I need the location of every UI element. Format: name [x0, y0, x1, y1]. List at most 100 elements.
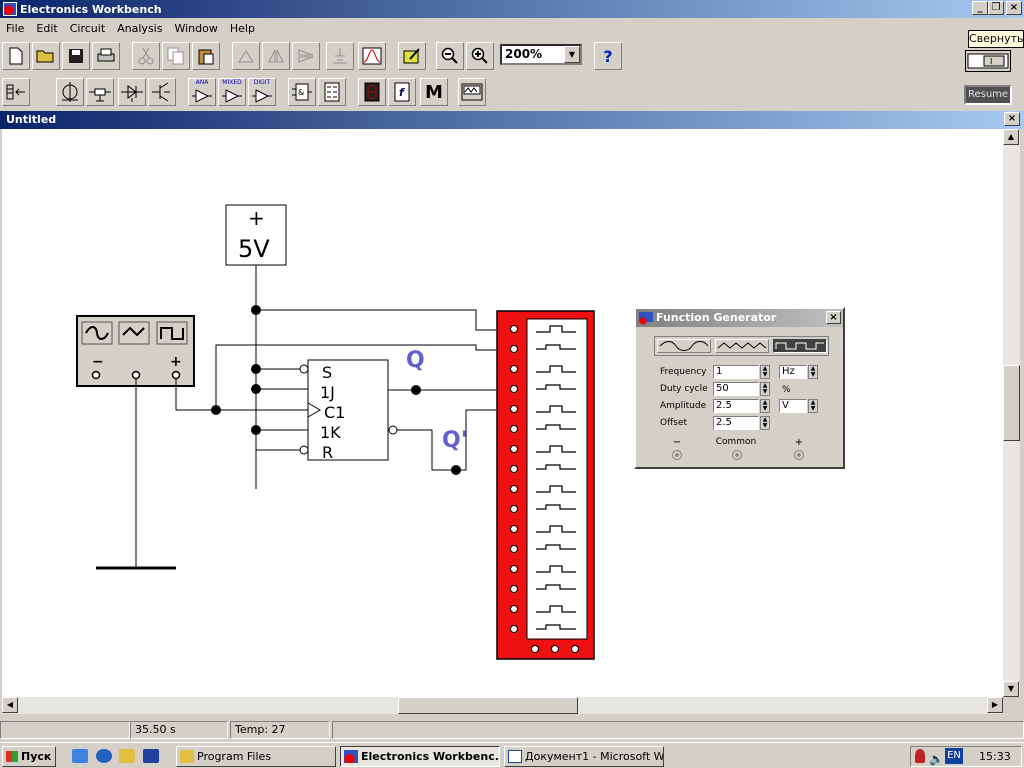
amplitude-input[interactable]: 2.5: [713, 399, 759, 413]
analyzer-bottom-pin[interactable]: [531, 645, 539, 653]
frequency-unit-select[interactable]: Hz: [779, 365, 807, 379]
digital-bin-button[interactable]: [318, 78, 346, 106]
analyzer-input-pin[interactable]: [510, 485, 518, 493]
function-generator-close-button[interactable]: ×: [826, 311, 841, 324]
task-electronics-workbench[interactable]: Electronics Workbenc...: [340, 746, 500, 767]
logic-gates-bin-button[interactable]: &: [288, 78, 316, 106]
favorites-bin-button[interactable]: [2, 78, 30, 106]
offset-spinner[interactable]: ▲ ▼: [760, 416, 770, 430]
quick-launch-ie-icon[interactable]: [96, 749, 112, 763]
square-wave-button[interactable]: [773, 339, 827, 353]
open-button[interactable]: [32, 42, 60, 70]
start-button[interactable]: Пуск: [2, 746, 56, 767]
mixed-ics-bin-button[interactable]: MIXED: [218, 78, 246, 106]
amplitude-unit-select[interactable]: V: [779, 399, 807, 413]
offset-input[interactable]: 2.5: [713, 416, 759, 430]
diodes-bin-button[interactable]: [118, 78, 146, 106]
basic-bin-button[interactable]: [86, 78, 114, 106]
scroll-right-icon[interactable]: ▶: [987, 697, 1003, 713]
subcircuit-button[interactable]: [326, 42, 354, 70]
duty-cycle-spinner[interactable]: ▲ ▼: [760, 382, 770, 396]
menu-help[interactable]: Help: [224, 22, 261, 35]
vertical-scrollbar[interactable]: ▲ ▼: [1003, 129, 1020, 697]
duty-cycle-input[interactable]: 50: [713, 382, 759, 396]
component-properties-button[interactable]: [398, 42, 426, 70]
analyzer-input-pin[interactable]: [510, 385, 518, 393]
help-button[interactable]: ?: [594, 42, 622, 70]
close-button[interactable]: ×: [1006, 1, 1022, 15]
analyzer-bottom-pin[interactable]: [571, 645, 579, 653]
instruments-bin-button[interactable]: [458, 78, 486, 106]
analyzer-input-pin[interactable]: [510, 605, 518, 613]
transistors-bin-button[interactable]: [148, 78, 176, 106]
vertical-scroll-thumb[interactable]: [1003, 365, 1020, 441]
copy-button[interactable]: [162, 42, 190, 70]
paste-button[interactable]: [192, 42, 220, 70]
amplitude-spinner[interactable]: ▲ ▼: [760, 399, 770, 413]
new-file-button[interactable]: [2, 42, 30, 70]
analyzer-input-pin[interactable]: [510, 505, 518, 513]
minimize-button[interactable]: _: [972, 1, 988, 15]
scroll-down-icon[interactable]: ▼: [1003, 681, 1019, 697]
amplitude-unit-spinner[interactable]: ▲ ▼: [808, 399, 818, 413]
frequency-unit-spinner[interactable]: ▲ ▼: [808, 365, 818, 379]
analog-ics-bin-button[interactable]: ANA: [188, 78, 216, 106]
zoom-select[interactable]: 200% ▼: [500, 44, 582, 65]
resume-button[interactable]: Resume: [964, 85, 1012, 105]
flip-vertical-button[interactable]: [292, 42, 320, 70]
terminal-minus[interactable]: [672, 450, 682, 460]
digital-ics-bin-button[interactable]: DIGIT: [248, 78, 276, 106]
zoom-in-button[interactable]: [466, 42, 494, 70]
task-word-document[interactable]: Документ1 - Microsoft W...: [504, 746, 664, 767]
graph-button[interactable]: [358, 42, 386, 70]
function-generator-title-bar[interactable]: Function Generator ×: [636, 309, 843, 327]
analyzer-input-pin[interactable]: [510, 625, 518, 633]
circuit-canvas[interactable]: + 5V S 1J C1 1K R Q Q' − +: [2, 129, 1003, 697]
document-close-button[interactable]: ×: [1004, 112, 1020, 126]
menu-analysis[interactable]: Analysis: [111, 22, 168, 35]
analyzer-input-pin[interactable]: [510, 325, 518, 333]
analyzer-input-pin[interactable]: [510, 405, 518, 413]
quick-launch-desktop-icon[interactable]: [72, 749, 88, 763]
quick-launch-ewb-icon[interactable]: [143, 749, 159, 763]
terminal-common[interactable]: [732, 450, 742, 460]
task-program-files[interactable]: Program Files: [176, 746, 336, 767]
save-button[interactable]: [62, 42, 90, 70]
zoom-out-button[interactable]: [436, 42, 464, 70]
analyzer-input-pin[interactable]: [510, 345, 518, 353]
triangle-wave-button[interactable]: [715, 339, 769, 353]
analyzer-input-pin[interactable]: [510, 565, 518, 573]
horizontal-scrollbar[interactable]: ◀ ▶: [2, 697, 1003, 714]
scroll-left-icon[interactable]: ◀: [2, 697, 18, 713]
menu-file[interactable]: File: [0, 22, 30, 35]
restore-button[interactable]: ❐: [988, 1, 1004, 15]
analyzer-bottom-pin[interactable]: [551, 645, 559, 653]
power-switch[interactable]: I: [965, 50, 1011, 72]
flip-horizontal-button[interactable]: [262, 42, 290, 70]
scroll-up-icon[interactable]: ▲: [1003, 129, 1019, 145]
analyzer-input-pin[interactable]: [510, 425, 518, 433]
frequency-input[interactable]: 1: [713, 365, 759, 379]
analyzer-input-pin[interactable]: [510, 465, 518, 473]
cut-button[interactable]: [132, 42, 160, 70]
chevron-down-icon[interactable]: ▼: [564, 46, 580, 63]
menu-window[interactable]: Window: [168, 22, 223, 35]
terminal-plus[interactable]: [794, 450, 804, 460]
sources-bin-button[interactable]: [56, 78, 84, 106]
print-button[interactable]: [92, 42, 120, 70]
horizontal-scroll-thumb[interactable]: [398, 697, 578, 714]
analyzer-input-pin[interactable]: [510, 585, 518, 593]
analyzer-input-pin[interactable]: [510, 365, 518, 373]
language-indicator[interactable]: EN: [945, 748, 963, 764]
frequency-spinner[interactable]: ▲ ▼: [760, 365, 770, 379]
miscellaneous-bin-button[interactable]: M: [420, 78, 448, 106]
menu-circuit[interactable]: Circuit: [64, 22, 111, 35]
volume-icon[interactable]: 🔈: [929, 750, 944, 768]
quick-launch-outlook-icon[interactable]: [119, 749, 135, 763]
analyzer-input-pin[interactable]: [510, 545, 518, 553]
analyzer-input-pin[interactable]: [510, 525, 518, 533]
analyzer-input-pin[interactable]: [510, 445, 518, 453]
rotate-button[interactable]: [232, 42, 260, 70]
sine-wave-button[interactable]: [657, 339, 711, 353]
network-icon[interactable]: [915, 749, 925, 763]
